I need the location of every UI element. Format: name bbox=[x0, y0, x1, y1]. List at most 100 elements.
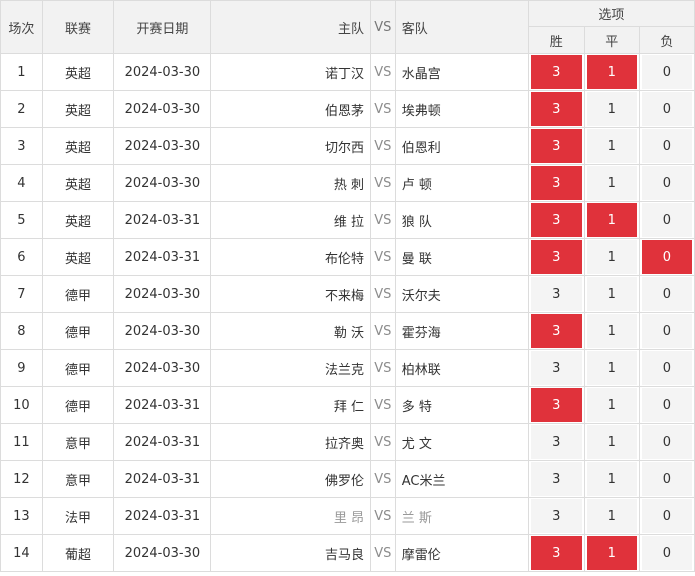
match-date: 2024-03-31 bbox=[113, 386, 212, 424]
option-win-button[interactable]: 3 bbox=[530, 129, 582, 163]
option-draw-button[interactable]: 1 bbox=[586, 240, 637, 274]
home-team: 维 拉 bbox=[210, 201, 372, 239]
option-win-button[interactable]: 3 bbox=[530, 240, 582, 274]
league-name: 德甲 bbox=[41, 386, 115, 424]
home-team: 热 刺 bbox=[210, 164, 372, 202]
option-win-button[interactable]: 3 bbox=[530, 166, 582, 200]
option-lose-cell: 0 bbox=[638, 238, 695, 276]
match-date: 2024-03-31 bbox=[113, 497, 212, 535]
option-draw-button[interactable]: 1 bbox=[586, 351, 637, 385]
option-lose-button[interactable]: 0 bbox=[641, 351, 692, 385]
vs-label: VS bbox=[370, 497, 396, 535]
away-team: 曼 联 bbox=[394, 238, 529, 276]
option-win-button[interactable]: 3 bbox=[530, 203, 582, 237]
header-league: 联赛 bbox=[41, 0, 115, 54]
option-lose-button[interactable]: 0 bbox=[641, 129, 692, 163]
option-draw-button[interactable]: 1 bbox=[586, 462, 637, 496]
option-lose-button[interactable]: 0 bbox=[641, 388, 692, 422]
option-lose-button[interactable]: 0 bbox=[641, 55, 692, 89]
option-lose-cell: 0 bbox=[638, 423, 695, 461]
option-lose-button[interactable]: 0 bbox=[641, 277, 692, 311]
match-date: 2024-03-31 bbox=[113, 238, 212, 276]
vs-label: VS bbox=[370, 127, 396, 165]
match-date: 2024-03-30 bbox=[113, 53, 212, 91]
home-team: 佛罗伦 bbox=[210, 460, 372, 498]
option-lose-button[interactable]: 0 bbox=[641, 203, 692, 237]
match-date: 2024-03-31 bbox=[113, 201, 212, 239]
table-row: 10 德甲 2024-03-31 拜 仁 VS 多 特310 bbox=[0, 386, 695, 424]
option-win-button[interactable]: 3 bbox=[530, 55, 582, 89]
match-date: 2024-03-30 bbox=[113, 164, 212, 202]
option-draw-button[interactable]: 1 bbox=[586, 129, 637, 163]
option-win-button[interactable]: 3 bbox=[530, 536, 582, 570]
table-row: 7 德甲 2024-03-30 不来梅 VS 沃尔夫 3 1 0 bbox=[0, 275, 695, 313]
match-date: 2024-03-30 bbox=[113, 127, 212, 165]
table-row: 4 英超 2024-03-30 热 刺 VS 卢 顿310 bbox=[0, 164, 695, 202]
option-win-cell: 3 bbox=[527, 164, 585, 202]
header-vs: VS bbox=[370, 0, 396, 54]
match-number: 9 bbox=[0, 349, 43, 387]
option-lose-button[interactable]: 0 bbox=[641, 425, 692, 459]
option-lose-button[interactable]: 0 bbox=[641, 92, 692, 126]
header-option-win: 胜 bbox=[527, 26, 585, 54]
option-lose-button[interactable]: 0 bbox=[641, 240, 692, 274]
option-lose-cell: 0 bbox=[638, 53, 695, 91]
vs-label: VS bbox=[370, 90, 396, 128]
option-draw-button[interactable]: 1 bbox=[586, 314, 637, 348]
option-lose-button[interactable]: 0 bbox=[641, 314, 692, 348]
away-team: 霍芬海 bbox=[394, 312, 529, 350]
header-option-lose: 负 bbox=[638, 26, 695, 54]
option-win-cell: 3 bbox=[527, 349, 585, 387]
table-row: 11 意甲 2024-03-31 拉齐奥 VS 尤 文310 bbox=[0, 423, 695, 461]
option-draw-button[interactable]: 1 bbox=[586, 277, 637, 311]
option-draw-button[interactable]: 1 bbox=[586, 425, 637, 459]
option-win-button[interactable]: 3 bbox=[530, 425, 582, 459]
option-draw-button[interactable]: 1 bbox=[586, 499, 637, 533]
option-lose-button[interactable]: 0 bbox=[641, 536, 692, 570]
option-lose-cell: 0 bbox=[638, 386, 695, 424]
option-win-cell: 3 bbox=[527, 386, 585, 424]
option-lose-button[interactable]: 0 bbox=[641, 462, 692, 496]
away-team: 卢 顿 bbox=[394, 164, 529, 202]
league-name: 英超 bbox=[41, 164, 115, 202]
option-draw-button[interactable]: 1 bbox=[586, 203, 637, 237]
option-draw-button[interactable]: 1 bbox=[586, 166, 637, 200]
option-win-button[interactable]: 3 bbox=[530, 277, 582, 311]
option-win-button[interactable]: 3 bbox=[530, 92, 582, 126]
option-draw-cell: 1 bbox=[583, 53, 640, 91]
match-number: 1 bbox=[0, 53, 43, 91]
away-team: AC米兰 bbox=[394, 460, 529, 498]
option-lose-button[interactable]: 0 bbox=[641, 166, 692, 200]
match-date: 2024-03-30 bbox=[113, 312, 212, 350]
option-win-button[interactable]: 3 bbox=[530, 314, 582, 348]
option-win-button[interactable]: 3 bbox=[530, 462, 582, 496]
option-win-cell: 3 bbox=[527, 53, 585, 91]
option-win-button[interactable]: 3 bbox=[530, 388, 582, 422]
table-row: 9 德甲 2024-03-30 法兰克 VS 柏林联 3 1 0 bbox=[0, 349, 695, 387]
option-draw-button[interactable]: 1 bbox=[586, 388, 637, 422]
match-date: 2024-03-31 bbox=[113, 460, 212, 498]
match-number: 8 bbox=[0, 312, 43, 350]
vs-label: VS bbox=[370, 275, 396, 313]
vs-label: VS bbox=[370, 312, 396, 350]
option-draw-button[interactable]: 1 bbox=[586, 92, 637, 126]
option-win-button[interactable]: 3 bbox=[530, 351, 582, 385]
option-draw-button[interactable]: 1 bbox=[586, 55, 637, 89]
option-lose-cell: 0 bbox=[638, 201, 695, 239]
league-name: 意甲 bbox=[41, 423, 115, 461]
option-lose-cell: 0 bbox=[638, 534, 695, 572]
table-row: 2 英超 2024-03-30 伯恩茅 VS 埃弗顿 3 1 0 bbox=[0, 90, 695, 128]
vs-label: VS bbox=[370, 53, 396, 91]
league-name: 英超 bbox=[41, 238, 115, 276]
option-win-button[interactable]: 3 bbox=[530, 499, 582, 533]
option-draw-button[interactable]: 1 bbox=[586, 536, 637, 570]
option-draw-cell: 1 bbox=[583, 201, 640, 239]
home-team: 吉马良 bbox=[210, 534, 372, 572]
match-number: 4 bbox=[0, 164, 43, 202]
option-win-cell: 3 bbox=[527, 423, 585, 461]
option-lose-button[interactable]: 0 bbox=[641, 499, 692, 533]
match-number: 7 bbox=[0, 275, 43, 313]
vs-label: VS bbox=[370, 386, 396, 424]
league-name: 英超 bbox=[41, 127, 115, 165]
table-row: 1 英超 2024-03-30 诺丁汉 VS 水晶宫 3 1 0 bbox=[0, 53, 695, 91]
